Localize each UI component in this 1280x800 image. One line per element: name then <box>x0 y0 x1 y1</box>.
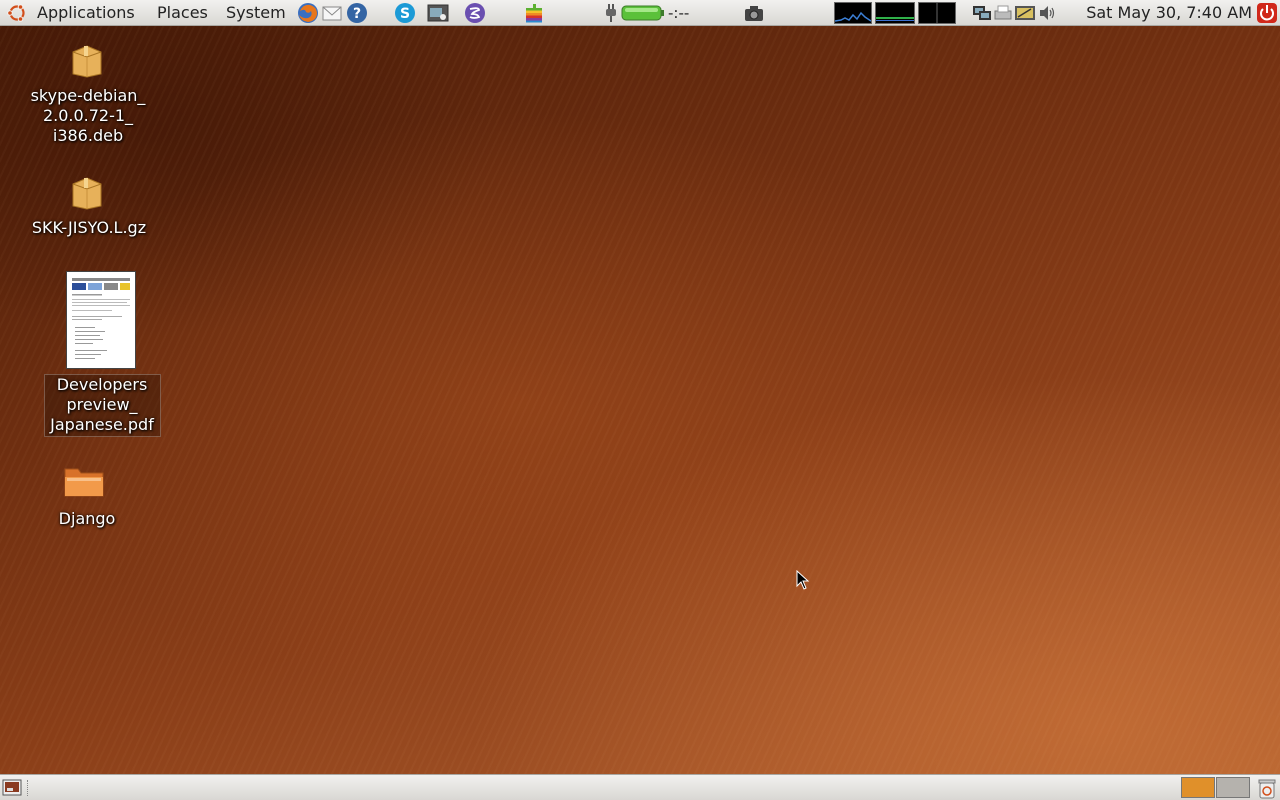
power-plug-icon <box>606 4 616 22</box>
desktop-icon-label: Django <box>58 509 116 528</box>
system-menu[interactable]: System <box>226 3 286 23</box>
memory-graph[interactable] <box>875 2 915 24</box>
workspace-1[interactable] <box>1181 777 1215 798</box>
emacs-icon[interactable] <box>464 2 486 24</box>
panel-handle[interactable] <box>27 780 31 796</box>
trash-icon[interactable] <box>1256 777 1278 799</box>
power-icon[interactable] <box>1256 2 1278 24</box>
volume-icon[interactable] <box>1038 3 1056 23</box>
mouse-pointer-icon <box>796 570 810 590</box>
desktop-icon-label: Japanese.pdf <box>50 415 154 434</box>
applications-menu[interactable]: Applications <box>37 3 135 23</box>
apple-icon[interactable] <box>523 2 545 24</box>
printer-icon[interactable] <box>993 3 1013 23</box>
svg-text:S: S <box>400 6 410 22</box>
bottom-panel <box>0 774 1280 800</box>
places-menu[interactable]: Places <box>157 3 208 23</box>
network-graph[interactable] <box>918 2 956 24</box>
desktop-icon-label: i386.deb <box>52 126 124 145</box>
cpu-graph[interactable] <box>834 2 872 24</box>
folder-icon <box>64 468 104 497</box>
top-panel: Applications Places System ? S -:-- Sat … <box>0 0 1280 26</box>
skype-icon[interactable]: S <box>394 2 416 24</box>
desktop-icon-label: preview_ <box>66 395 138 414</box>
workspace-2[interactable] <box>1216 777 1250 798</box>
camera-icon[interactable] <box>744 3 764 23</box>
battery-time-label: -:-- <box>668 4 690 22</box>
firefox-icon[interactable] <box>297 2 319 24</box>
show-desktop-icon[interactable] <box>2 778 22 798</box>
package-icon <box>72 177 102 210</box>
pdf-thumbnail-icon <box>66 271 136 369</box>
desktop-icon-label: SKK-JISYO.L.gz <box>31 218 147 237</box>
network-icon[interactable] <box>971 3 993 23</box>
update-notifier-icon[interactable] <box>1014 3 1036 23</box>
ubuntu-logo-icon[interactable] <box>7 3 27 23</box>
desktop-icon-label: skype-debian_ <box>30 86 146 105</box>
package-icon <box>72 45 102 78</box>
desktop-icon-label: 2.0.0.72-1_ <box>42 106 134 125</box>
mail-icon[interactable] <box>321 2 343 24</box>
battery-icon[interactable] <box>621 3 665 23</box>
desktop-icon-label: Developers <box>56 375 148 394</box>
clock[interactable]: Sat May 30, 7:40 AM <box>1086 3 1252 23</box>
svg-text:?: ? <box>353 6 361 22</box>
desktop-background[interactable] <box>0 26 1280 774</box>
help-icon[interactable]: ? <box>346 2 368 24</box>
screenshot-app-icon[interactable] <box>427 2 449 24</box>
